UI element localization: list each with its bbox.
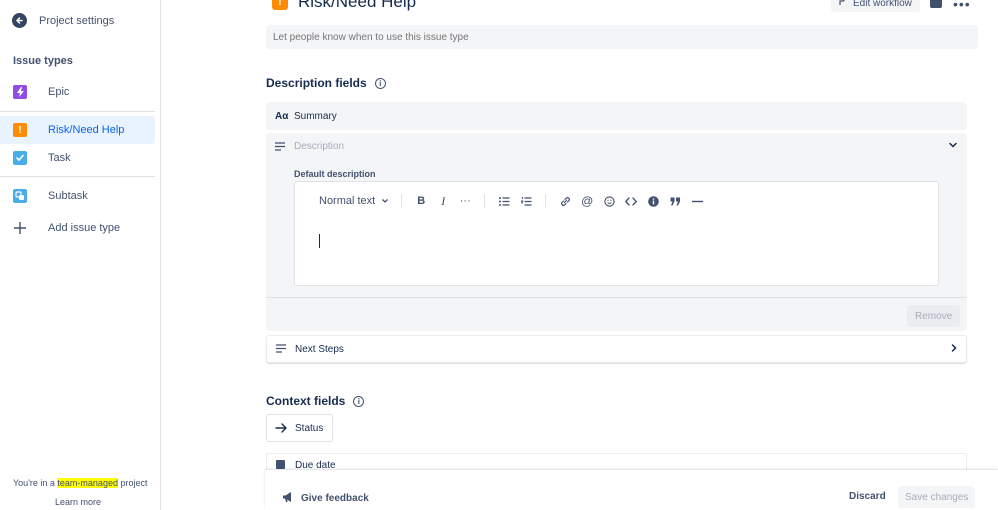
remove-button[interactable]: Remove (907, 305, 961, 327)
note-prefix: You're in a (13, 478, 58, 488)
field-label: Next Steps (295, 344, 344, 355)
text-style-dropdown[interactable]: Normal text (315, 192, 393, 210)
default-description-label: Default description (294, 169, 376, 179)
sidebar-item-risk-need-help[interactable]: ! Risk/Need Help (0, 116, 155, 144)
code-icon[interactable] (620, 192, 642, 210)
sidebar-item-label: Task (48, 152, 71, 164)
toolbar-separator (401, 194, 403, 208)
divider (0, 111, 155, 112)
plus-icon (13, 221, 27, 235)
lock-icon[interactable] (930, 0, 942, 8)
edit-workflow-label: Edit workflow (853, 0, 912, 9)
quote-icon[interactable] (664, 192, 686, 210)
text-style-label: Normal text (319, 195, 376, 207)
text-cursor (319, 234, 320, 248)
paragraph-icon (276, 344, 286, 356)
field-status[interactable]: Status (266, 414, 333, 442)
sidebar: Project settings Issue types Epic ! Risk… (0, 0, 161, 510)
italic-button[interactable]: I (432, 192, 454, 210)
issue-type-description-input[interactable] (266, 25, 978, 49)
sidebar-item-epic[interactable]: Epic (0, 78, 155, 106)
info-icon[interactable]: i (374, 77, 386, 89)
paragraph-icon (275, 142, 285, 154)
exclamation-icon: ! (272, 0, 288, 10)
discard-button[interactable]: Discard (849, 491, 886, 502)
context-fields-heading: Context fields i (266, 394, 365, 408)
default-description-editor[interactable]: Normal text B I ··· @ (294, 181, 939, 286)
exclamation-icon: ! (13, 123, 27, 137)
info-icon[interactable]: i (353, 395, 365, 407)
field-summary[interactable]: Aα Summary (266, 102, 967, 130)
chevron-right-icon[interactable] (949, 343, 959, 356)
project-type-note: You're in a team-managed project (13, 478, 147, 488)
give-feedback-button[interactable]: Give feedback (282, 491, 369, 506)
sidebar-item-label: Risk/Need Help (48, 124, 125, 136)
page-title-row: ! Risk/Need Help (272, 0, 416, 12)
give-feedback-label: Give feedback (301, 493, 369, 504)
back-label: Project settings (39, 14, 115, 27)
lightning-icon (13, 85, 27, 99)
back-to-project-settings[interactable]: Project settings (12, 13, 114, 28)
learn-more-link[interactable]: Learn more (55, 497, 101, 507)
emoji-icon[interactable] (598, 192, 620, 210)
add-issue-type-button[interactable]: Add issue type (0, 214, 155, 242)
more-icon[interactable]: ••• (953, 0, 971, 12)
bullet-list-icon[interactable] (493, 192, 515, 210)
issue-types-heading: Issue types (13, 55, 73, 67)
more-formatting-button[interactable]: ··· (454, 192, 476, 210)
field-next-steps[interactable]: Next Steps (266, 335, 967, 363)
arrow-right-icon (275, 422, 287, 437)
editor-toolbar: Normal text B I ··· @ (315, 192, 708, 210)
chevron-down-icon (382, 199, 389, 203)
sidebar-item-label: Subtask (48, 190, 88, 202)
toolbar-separator (484, 194, 486, 208)
link-icon[interactable] (554, 192, 576, 210)
sidebar-item-label: Add issue type (48, 222, 121, 234)
workflow-icon (839, 0, 848, 9)
team-managed-highlight: team-managed (57, 478, 118, 488)
description-fields-heading: Description fields i (266, 76, 386, 90)
chevron-down-icon[interactable] (948, 140, 958, 153)
calendar-icon (276, 460, 285, 469)
text-field-icon: Aα (275, 110, 289, 122)
info-panel-icon[interactable] (642, 192, 664, 210)
sidebar-item-subtask[interactable]: Subtask (0, 182, 155, 210)
field-label: Summary (294, 110, 337, 122)
bold-button[interactable]: B (410, 192, 432, 210)
numbered-list-icon[interactable] (515, 192, 537, 210)
megaphone-icon (282, 491, 295, 506)
divider-icon[interactable] (686, 192, 708, 210)
description-fields-title: Description fields (266, 76, 367, 90)
edit-workflow-button[interactable]: Edit workflow (831, 0, 920, 12)
checkbox-icon (13, 151, 27, 165)
sidebar-item-task[interactable]: Task (0, 144, 155, 172)
toolbar-separator (545, 194, 547, 208)
field-label[interactable]: Description (294, 141, 344, 152)
arrow-left-icon (12, 13, 27, 28)
mention-icon[interactable]: @ (576, 192, 598, 210)
save-changes-button[interactable]: Save changes (898, 486, 976, 508)
field-description-expanded: Description Default description Normal t… (266, 133, 967, 331)
divider (0, 176, 155, 177)
context-fields-title: Context fields (266, 394, 346, 408)
sidebar-item-label: Epic (48, 86, 70, 98)
note-suffix: project (117, 478, 148, 488)
page-title[interactable]: Risk/Need Help (298, 0, 416, 12)
subtask-icon (13, 189, 27, 203)
divider (266, 297, 967, 298)
bottom-action-bar: Give feedback Discard Save changes (265, 470, 998, 510)
field-label: Status (295, 422, 324, 434)
